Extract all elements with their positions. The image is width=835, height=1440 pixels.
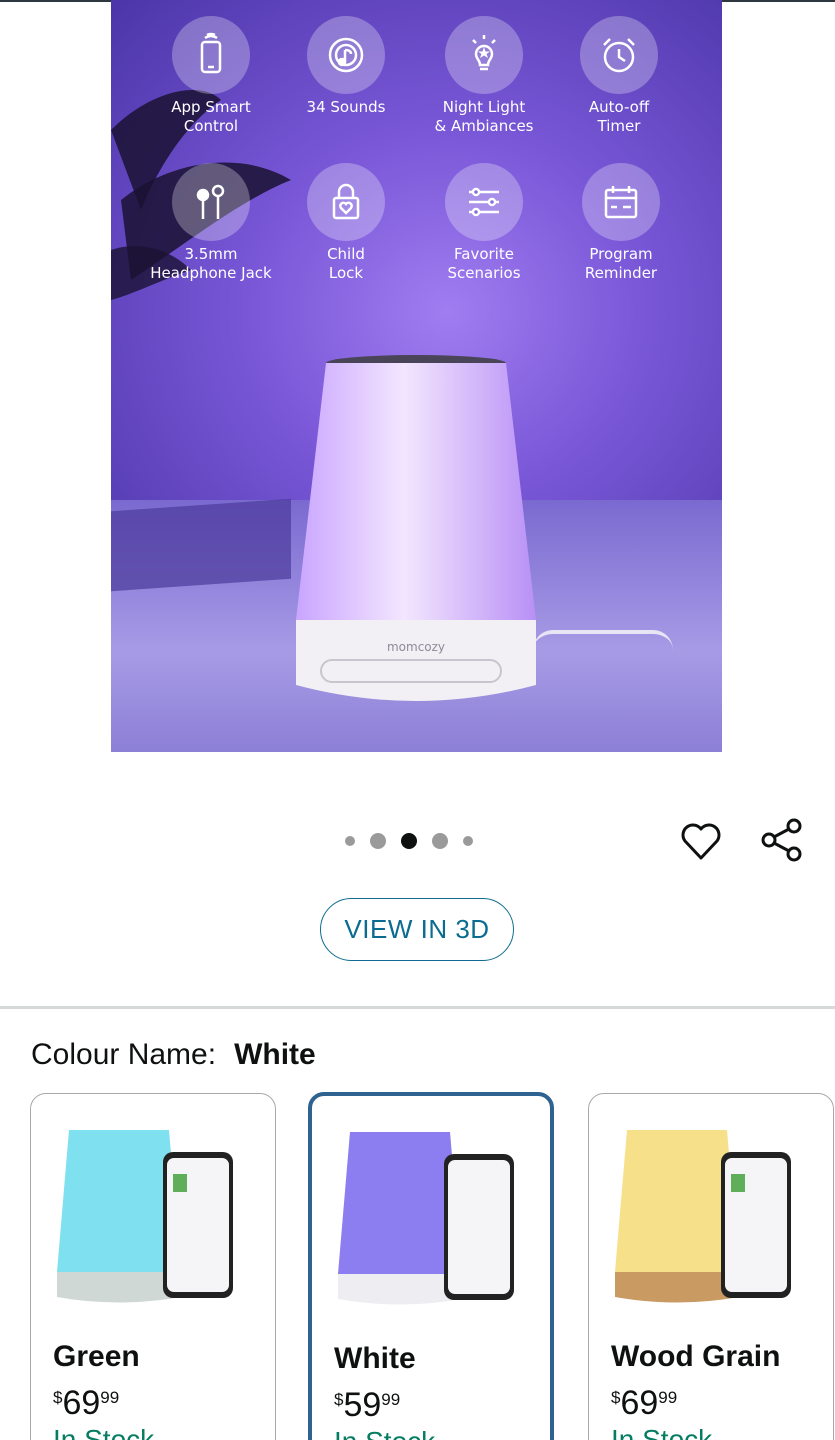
view-in-3d-button[interactable]: VIEW IN 3D: [320, 898, 514, 961]
earphones-icon: [172, 163, 250, 241]
music-note-icon: [307, 16, 385, 94]
variant-stock: In Stock: [611, 1424, 713, 1440]
feature-timer: Auto-off Timer: [549, 16, 689, 136]
lamp-brand: momcozy: [387, 640, 445, 654]
carousel-dot[interactable]: [432, 833, 448, 849]
phone-icon: [172, 16, 250, 94]
alarm-clock-icon: [580, 16, 658, 94]
feature-label: Auto-off Timer: [588, 98, 650, 135]
feature-label: Child Lock: [327, 245, 365, 282]
heart-icon[interactable]: [678, 818, 724, 864]
feature-child-lock: Child Lock: [276, 163, 416, 283]
lock-heart-icon: [307, 163, 385, 241]
feature-headphone-jack: 3.5mm Headphone Jack: [141, 163, 281, 283]
carousel-dot[interactable]: [463, 836, 473, 846]
variant-price: $6999: [53, 1384, 120, 1422]
colour-name-value: White: [234, 1038, 316, 1071]
variant-stock: In Stock: [334, 1426, 435, 1440]
feature-label: 3.5mm Headphone Jack: [150, 245, 272, 282]
colour-name-row: Colour Name: White: [31, 1038, 316, 1072]
feature-program-reminder: Program Reminder: [551, 163, 691, 283]
carousel-dot-active[interactable]: [401, 833, 417, 849]
variant-name: Green: [53, 1340, 140, 1373]
variant-card-green[interactable]: Green $6999 In Stock: [30, 1093, 276, 1440]
table-shadow: [111, 498, 291, 592]
variant-thumbnail: [57, 1130, 233, 1303]
feature-label: Favorite Scenarios: [447, 245, 521, 282]
feature-label: Program Reminder: [584, 245, 658, 282]
variant-name: White: [334, 1342, 416, 1375]
variant-thumbnail: [338, 1132, 514, 1305]
feature-sounds: 34 Sounds: [276, 16, 416, 117]
feature-night-light: Night Light & Ambiances: [414, 16, 554, 136]
sliders-icon: [445, 163, 523, 241]
variant-name: Wood Grain: [611, 1340, 781, 1373]
feature-label: App Smart Control: [171, 98, 251, 135]
product-image[interactable]: App Smart Control 34 Sounds Night Light …: [111, 0, 722, 752]
variant-thumbnail: [615, 1130, 791, 1303]
colour-name-label: Colour Name:: [31, 1038, 217, 1071]
variant-card-wood-grain[interactable]: Wood Grain $6999 In Stock: [588, 1093, 834, 1440]
variant-price: $6999: [611, 1384, 678, 1422]
section-divider: [0, 1006, 835, 1009]
share-icon[interactable]: [758, 816, 806, 864]
carousel-dot[interactable]: [370, 833, 386, 849]
feature-label: 34 Sounds: [306, 98, 386, 116]
light-bulb-icon: [445, 16, 523, 94]
carousel-dot[interactable]: [345, 836, 355, 846]
feature-favorite-scenarios: Favorite Scenarios: [414, 163, 554, 283]
feature-app-control: App Smart Control: [141, 16, 281, 136]
carousel-dots[interactable]: [345, 831, 473, 851]
variant-card-white[interactable]: White $5999 In Stock: [308, 1092, 554, 1440]
lamp-illustration: momcozy: [296, 355, 536, 701]
calendar-icon: [582, 163, 660, 241]
variant-price: $5999: [334, 1386, 401, 1424]
feature-label: Night Light & Ambiances: [434, 98, 534, 135]
lamp-cord: [533, 630, 673, 650]
variant-stock: In Stock: [53, 1424, 155, 1440]
